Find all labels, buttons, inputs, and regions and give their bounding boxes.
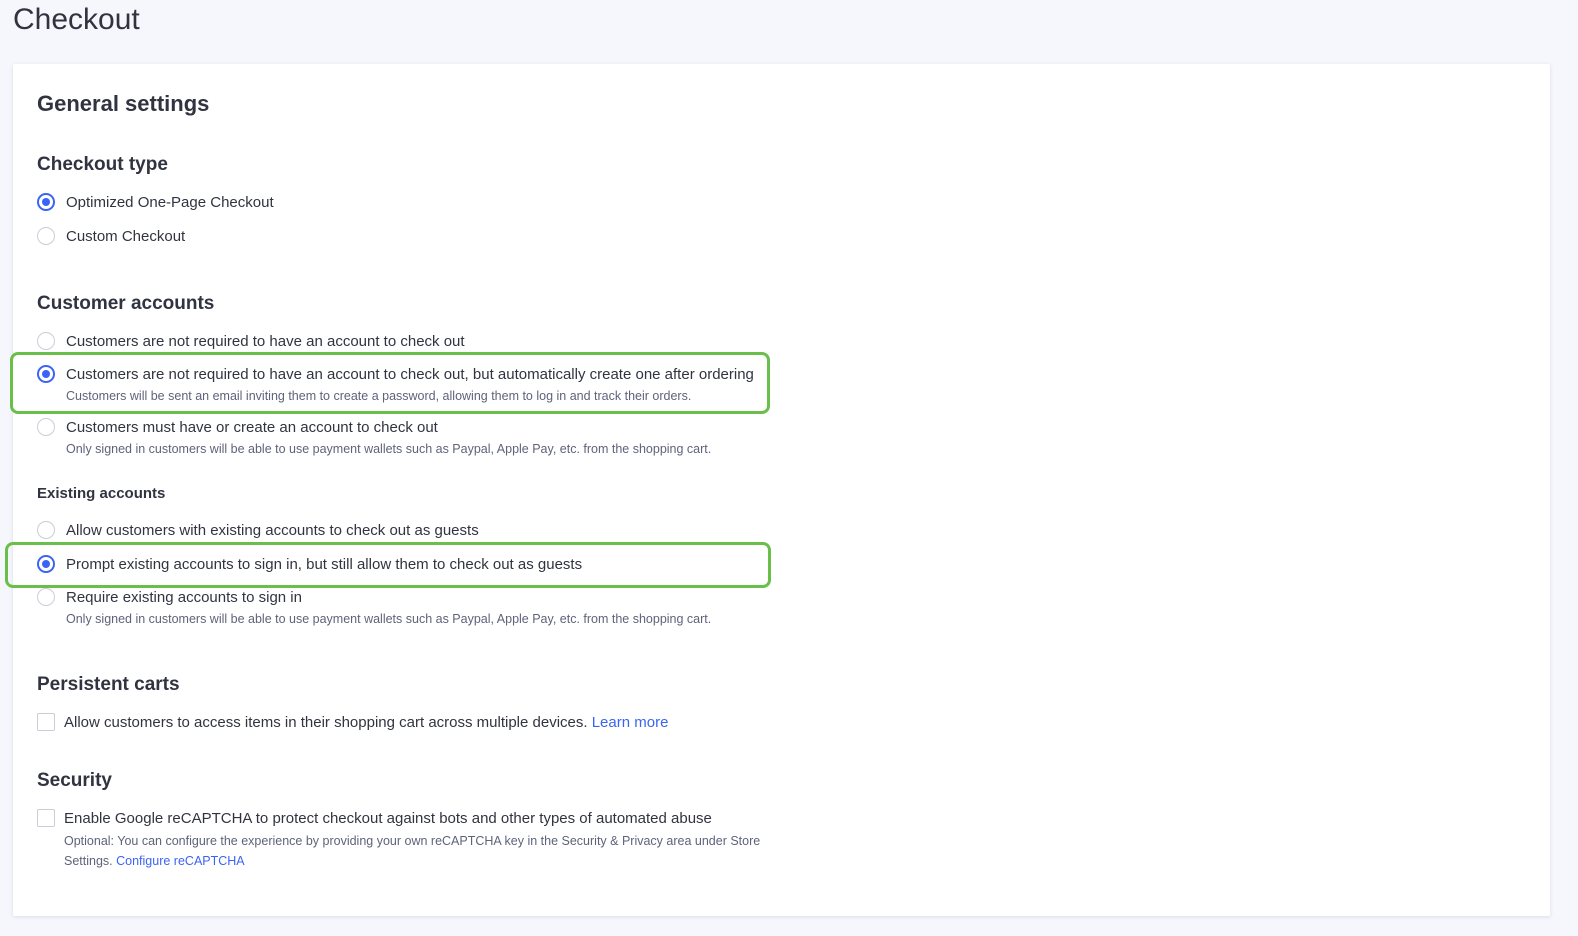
page-title: Checkout <box>13 3 140 36</box>
radio-button[interactable] <box>37 555 55 573</box>
radio-description: Only signed in customers will be able to… <box>66 612 712 626</box>
radio-option-auto-create-account[interactable]: Customers are not required to have an ac… <box>37 365 754 405</box>
radio-option-prompt-sign-in[interactable]: Prompt existing accounts to sign in, but… <box>37 555 582 574</box>
radio-option-account-required[interactable]: Customers must have or create an account… <box>37 418 711 458</box>
recaptcha-checkbox[interactable] <box>37 809 55 827</box>
radio-label: Optimized One-Page Checkout <box>66 194 274 211</box>
security-heading: Security <box>37 770 112 791</box>
radio-button[interactable] <box>37 365 55 383</box>
existing-accounts-heading: Existing accounts <box>37 485 166 502</box>
checkbox-label: Allow customers to access items in their… <box>64 714 588 731</box>
persistent-carts-checkbox[interactable] <box>37 713 55 731</box>
radio-description: Only signed in customers will be able to… <box>66 442 712 456</box>
radio-button[interactable] <box>37 332 55 350</box>
general-settings-card: General settings Checkout type Optimized… <box>13 64 1550 916</box>
radio-description: Customers will be sent an email inviting… <box>66 389 692 403</box>
radio-option-optimized-checkout[interactable]: Optimized One-Page Checkout <box>37 193 274 212</box>
radio-option-allow-guest-checkout[interactable]: Allow customers with existing accounts t… <box>37 521 479 540</box>
persistent-carts-heading: Persistent carts <box>37 674 180 695</box>
customer-accounts-heading: Customer accounts <box>37 293 215 314</box>
radio-button[interactable] <box>37 418 55 436</box>
radio-option-custom-checkout[interactable]: Custom Checkout <box>37 227 185 246</box>
radio-button[interactable] <box>37 227 55 245</box>
radio-option-require-sign-in[interactable]: Require existing accounts to sign in Onl… <box>37 588 711 628</box>
radio-button[interactable] <box>37 521 55 539</box>
radio-label: Allow customers with existing accounts t… <box>66 522 479 539</box>
radio-label: Customers must have or create an account… <box>66 419 438 436</box>
radio-button[interactable] <box>37 588 55 606</box>
checkbox-label: Enable Google reCAPTCHA to protect check… <box>64 810 712 827</box>
persistent-carts-option[interactable]: Allow customers to access items in their… <box>37 713 668 732</box>
configure-recaptcha-link[interactable]: Configure reCAPTCHA <box>116 854 245 868</box>
radio-label: Customers are not required to have an ac… <box>66 366 754 383</box>
radio-button[interactable] <box>37 193 55 211</box>
radio-label: Prompt existing accounts to sign in, but… <box>66 556 583 573</box>
radio-label: Custom Checkout <box>66 228 186 245</box>
recaptcha-option[interactable]: Enable Google reCAPTCHA to protect check… <box>37 809 804 871</box>
radio-label: Customers are not required to have an ac… <box>66 333 465 350</box>
radio-label: Require existing accounts to sign in <box>66 589 302 606</box>
learn-more-link[interactable]: Learn more <box>592 714 669 731</box>
checkout-type-heading: Checkout type <box>37 154 168 175</box>
radio-option-no-account-required[interactable]: Customers are not required to have an ac… <box>37 332 465 351</box>
card-title: General settings <box>37 91 210 116</box>
